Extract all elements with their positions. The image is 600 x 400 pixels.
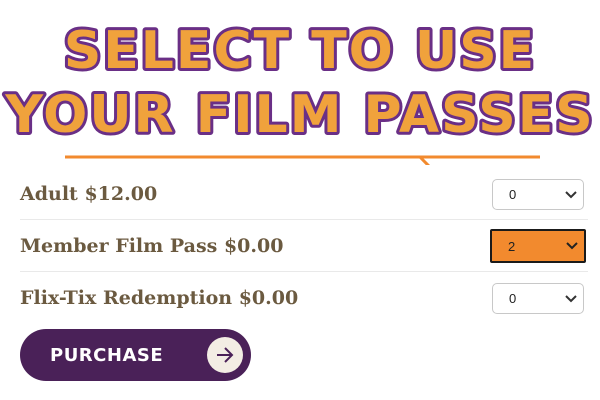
- ticket-row-member-film-pass: Member Film Pass $0.00 2: [20, 220, 588, 272]
- ticket-row-flix-tix: Flix-Tix Redemption $0.00 0: [20, 272, 588, 323]
- banner-line-2: YOUR FILM PASSES: [4, 85, 594, 145]
- ticket-row-adult: Adult $12.00 0: [20, 168, 588, 220]
- quantity-value: 0: [509, 291, 517, 306]
- quantity-value: 2: [508, 238, 516, 254]
- quantity-value: 0: [509, 187, 517, 202]
- chevron-down-icon: [566, 242, 578, 250]
- quantity-select-adult[interactable]: 0: [492, 179, 584, 210]
- quantity-select-flix-tix[interactable]: 0: [492, 283, 584, 314]
- ticket-list: Adult $12.00 0 Member Film Pass $0.00 2 …: [20, 168, 588, 323]
- annotation-banner: SELECT TO USE YOUR FILM PASSES: [0, 0, 600, 165]
- chevron-down-icon: [565, 190, 577, 198]
- ticket-label: Member Film Pass $0.00: [20, 234, 284, 257]
- chevron-down-icon: [565, 294, 577, 302]
- ticket-label: Adult $12.00: [20, 182, 158, 205]
- purchase-button[interactable]: PURCHASE: [20, 329, 251, 381]
- ticket-label: Flix-Tix Redemption $0.00: [20, 286, 299, 309]
- banner-line-1: SELECT TO USE: [64, 21, 536, 81]
- arrow-right-icon: [207, 337, 243, 373]
- purchase-label: PURCHASE: [50, 344, 164, 366]
- annotation-overlay: SELECT TO USE YOUR FILM PASSES: [1, 18, 596, 165]
- quantity-select-member-film-pass[interactable]: 2: [490, 229, 586, 263]
